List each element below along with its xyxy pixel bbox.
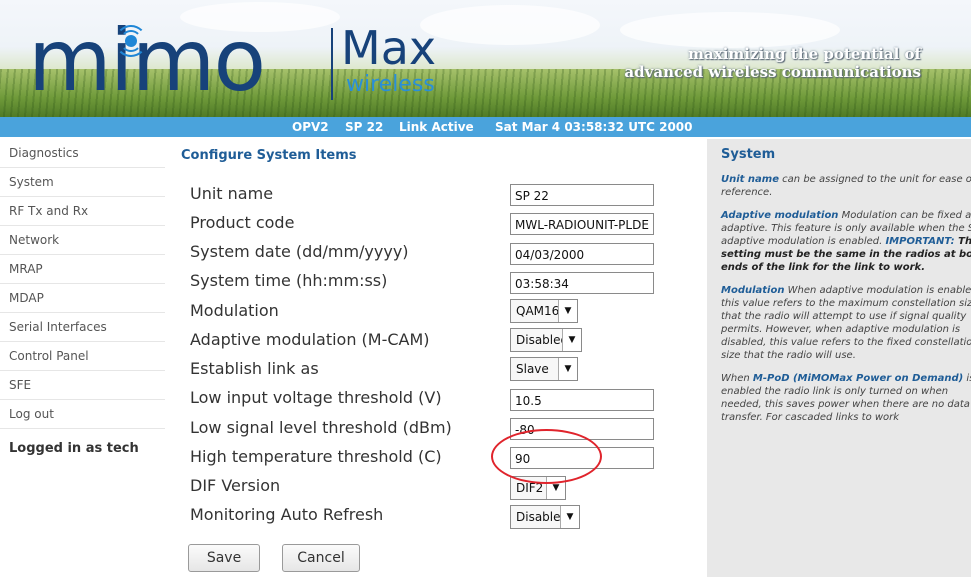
header-banner: mimo Max wireless maximizing the potenti… xyxy=(0,0,971,117)
unit-name-label: Unit name xyxy=(190,184,274,203)
status-unit-name: SP 22 xyxy=(345,120,384,134)
form-title: Configure System Items xyxy=(181,148,357,163)
header-tagline: maximizing the potential of advanced wir… xyxy=(624,45,921,81)
high-temp-label: High temperature threshold (C) xyxy=(190,447,442,466)
logo-wireless-text: wireless xyxy=(346,72,435,97)
sidebar-item-network[interactable]: Network xyxy=(0,226,165,255)
adaptive-modulation-label: Adaptive modulation (M-CAM) xyxy=(190,330,430,349)
chevron-down-icon: ▼ xyxy=(546,477,565,499)
establish-link-label: Establish link as xyxy=(190,359,319,378)
system-config-form: Configure System Items Unit name SP 22 P… xyxy=(180,139,680,577)
low-voltage-label: Low input voltage threshold (V) xyxy=(190,388,442,407)
dif-version-select[interactable]: DIF2 ▼ xyxy=(510,476,566,500)
sidebar-item-control-panel[interactable]: Control Panel xyxy=(0,342,165,371)
help-mpod: When M-PoD (MiMOMax Power on Demand) is … xyxy=(721,373,971,423)
logo-max-text: Max xyxy=(341,21,437,75)
high-temp-input[interactable]: 90 xyxy=(510,447,654,469)
help-panel: System Unit name can be assigned to the … xyxy=(707,139,971,577)
chevron-down-icon: ▼ xyxy=(558,300,577,322)
auto-refresh-label: Monitoring Auto Refresh xyxy=(190,505,384,524)
chevron-down-icon: ▼ xyxy=(560,506,579,528)
modulation-value: QAM16 xyxy=(516,304,560,318)
chevron-down-icon: ▼ xyxy=(562,329,581,351)
adaptive-modulation-select[interactable]: Disabled ▼ xyxy=(510,328,582,352)
system-time-label: System time (hh:mm:ss) xyxy=(190,271,388,290)
system-time-input[interactable]: 03:58:34 xyxy=(510,272,654,294)
low-signal-label: Low signal level threshold (dBm) xyxy=(190,418,452,437)
dif-version-label: DIF Version xyxy=(190,476,281,495)
chevron-down-icon: ▼ xyxy=(558,358,577,380)
logo-mimo-text: mimo xyxy=(28,11,266,111)
sidebar-item-mrap[interactable]: MRAP xyxy=(0,255,165,284)
low-voltage-input[interactable]: 10.5 xyxy=(510,389,654,411)
unit-name-input[interactable]: SP 22 xyxy=(510,184,654,206)
auto-refresh-value: Disable xyxy=(516,510,561,524)
adaptive-modulation-value: Disabled xyxy=(516,333,569,347)
system-date-input[interactable]: 04/03/2000 xyxy=(510,243,654,265)
auto-refresh-select[interactable]: Disable ▼ xyxy=(510,505,580,529)
system-date-label: System date (dd/mm/yyyy) xyxy=(190,242,409,261)
product-code-input[interactable]: MWL-RADIOUNIT-PLDE xyxy=(510,213,654,235)
status-unit-type: OPV2 xyxy=(292,120,329,134)
sidebar-item-serial-interfaces[interactable]: Serial Interfaces xyxy=(0,313,165,342)
establish-link-select[interactable]: Slave ▼ xyxy=(510,357,578,381)
help-adaptive-modulation: Adaptive modulation Modulation can be fi… xyxy=(721,210,971,273)
status-datetime: Sat Mar 4 03:58:32 UTC 2000 xyxy=(495,120,693,134)
dif-version-value: DIF2 xyxy=(516,481,544,495)
tagline-line-2: advanced wireless communications xyxy=(624,63,921,81)
tagline-line-1: maximizing the potential of xyxy=(688,45,921,63)
establish-link-value: Slave xyxy=(516,362,549,376)
low-signal-input[interactable]: -80 xyxy=(510,418,654,440)
modulation-label: Modulation xyxy=(190,301,279,320)
sidebar-item-rf-tx-rx[interactable]: RF Tx and Rx xyxy=(0,197,165,226)
sidebar-item-system[interactable]: System xyxy=(0,168,165,197)
sidebar-item-sfe[interactable]: SFE xyxy=(0,371,165,400)
sidebar-item-mdap[interactable]: MDAP xyxy=(0,284,165,313)
status-bar: OPV2 SP 22 Link Active Sat Mar 4 03:58:3… xyxy=(0,117,971,137)
sidebar-item-logout[interactable]: Log out xyxy=(0,400,165,429)
cancel-button[interactable]: Cancel xyxy=(282,544,360,572)
sidebar-nav: Diagnostics System RF Tx and Rx Network … xyxy=(0,139,165,456)
logged-in-user: Logged in as tech xyxy=(9,441,139,456)
save-button[interactable]: Save xyxy=(188,544,260,572)
help-unit-name: Unit name can be assigned to the unit fo… xyxy=(721,174,971,198)
help-title: System xyxy=(721,147,776,162)
sidebar-item-diagnostics[interactable]: Diagnostics xyxy=(0,139,165,168)
help-modulation: Modulation When adaptive modulation is e… xyxy=(721,285,971,361)
status-link-state: Link Active xyxy=(399,120,474,134)
product-code-label: Product code xyxy=(190,213,295,232)
modulation-select[interactable]: QAM16 ▼ xyxy=(510,299,578,323)
logo-divider xyxy=(331,28,333,100)
